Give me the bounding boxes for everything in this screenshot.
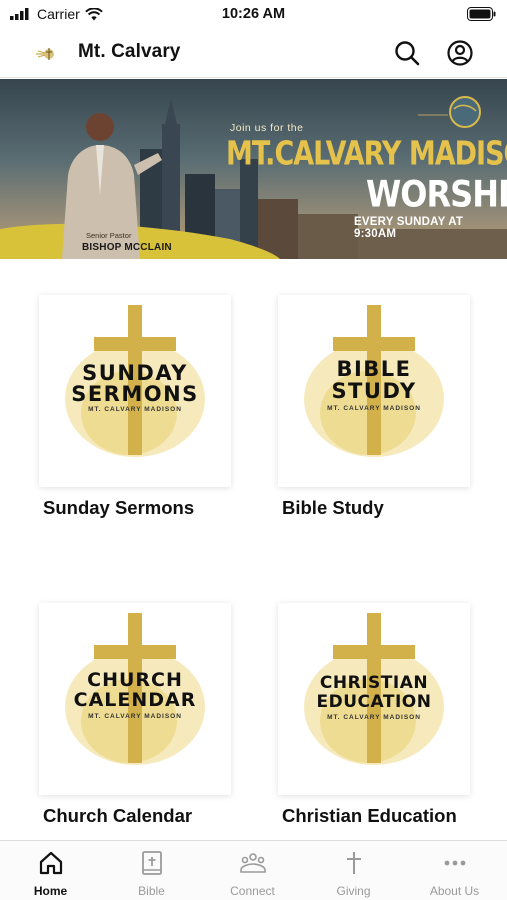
tile-art-title: STUDY <box>331 379 417 403</box>
people-icon <box>240 853 266 873</box>
tile-art-subtitle: MT. CALVARY MADISON <box>327 714 421 721</box>
tile-art-title: BIBLE <box>336 357 412 381</box>
banner-church-name: MT.CALVARY MADISON <box>226 135 507 173</box>
tab-label: Home <box>33 884 68 898</box>
status-bar: Carrier 10:26 AM <box>0 0 507 30</box>
account-icon <box>447 40 473 66</box>
banner-invite-text: Join us for the <box>230 122 304 134</box>
app-title: Mt. Calvary <box>78 41 181 62</box>
tile-image: SUNDAY SERMONS MT. CALVARY MADISON <box>39 295 231 487</box>
bible-icon <box>142 851 162 875</box>
pastor-name: BISHOP MCCLAIN <box>82 242 172 253</box>
church-logo-icon <box>34 42 60 66</box>
tile-art-subtitle: MT. CALVARY MADISON <box>88 406 182 413</box>
tab-label: About Us <box>429 884 480 898</box>
tab-bible[interactable]: Bible <box>101 841 202 900</box>
tile-image: CHURCH CALENDAR MT. CALVARY MADISON <box>39 603 231 795</box>
search-button[interactable] <box>392 38 422 68</box>
banner-event-title: WORSHIP <box>366 172 507 216</box>
tile-image: CHRISTIAN EDUCATION MT. CALVARY MADISON <box>278 603 470 795</box>
pastor-role: Senior Pastor <box>86 231 132 240</box>
battery-icon <box>467 7 497 26</box>
tile-image: BIBLE STUDY MT. CALVARY MADISON <box>278 295 470 487</box>
tab-about-us[interactable]: About Us <box>404 841 505 900</box>
tab-label: Bible <box>138 884 165 898</box>
worship-banner[interactable]: Join us for the MT.CALVARY MADISON WORSH… <box>0 79 507 259</box>
tile-caption: Christian Education <box>282 805 457 826</box>
tile-caption: Sunday Sermons <box>43 497 195 518</box>
search-icon <box>395 41 420 66</box>
tile-caption: Church Calendar <box>43 805 193 826</box>
app-header: Mt. Calvary <box>0 30 507 78</box>
tile-caption: Bible Study <box>282 497 384 518</box>
more-icon <box>444 860 466 866</box>
tab-giving[interactable]: Giving <box>303 841 404 900</box>
tile-art-title: SERMONS <box>71 382 199 406</box>
cross-icon <box>347 852 361 874</box>
tile-art-subtitle: MT. CALVARY MADISON <box>327 405 421 412</box>
clock: 10:26 AM <box>221 6 286 22</box>
home-icon <box>39 851 63 875</box>
banner-time: EVERY SUNDAY AT 9:30AM <box>354 216 464 240</box>
tab-home[interactable]: Home <box>0 841 101 900</box>
tile-art-title: EDUCATION <box>316 692 432 712</box>
account-button[interactable] <box>445 38 475 68</box>
tab-label: Giving <box>336 884 371 898</box>
tab-label: Connect <box>230 884 275 898</box>
tile-art-title: CHRISTIAN <box>319 673 429 693</box>
globe-logo-icon <box>418 96 481 128</box>
tab-bar: Home Bible Connect Giving About Us <box>0 840 507 900</box>
tile-art-title: CALENDAR <box>73 689 197 711</box>
tile-art-title: CHURCH <box>87 669 183 691</box>
tile-art-subtitle: MT. CALVARY MADISON <box>88 713 182 720</box>
tab-connect[interactable]: Connect <box>202 841 303 900</box>
